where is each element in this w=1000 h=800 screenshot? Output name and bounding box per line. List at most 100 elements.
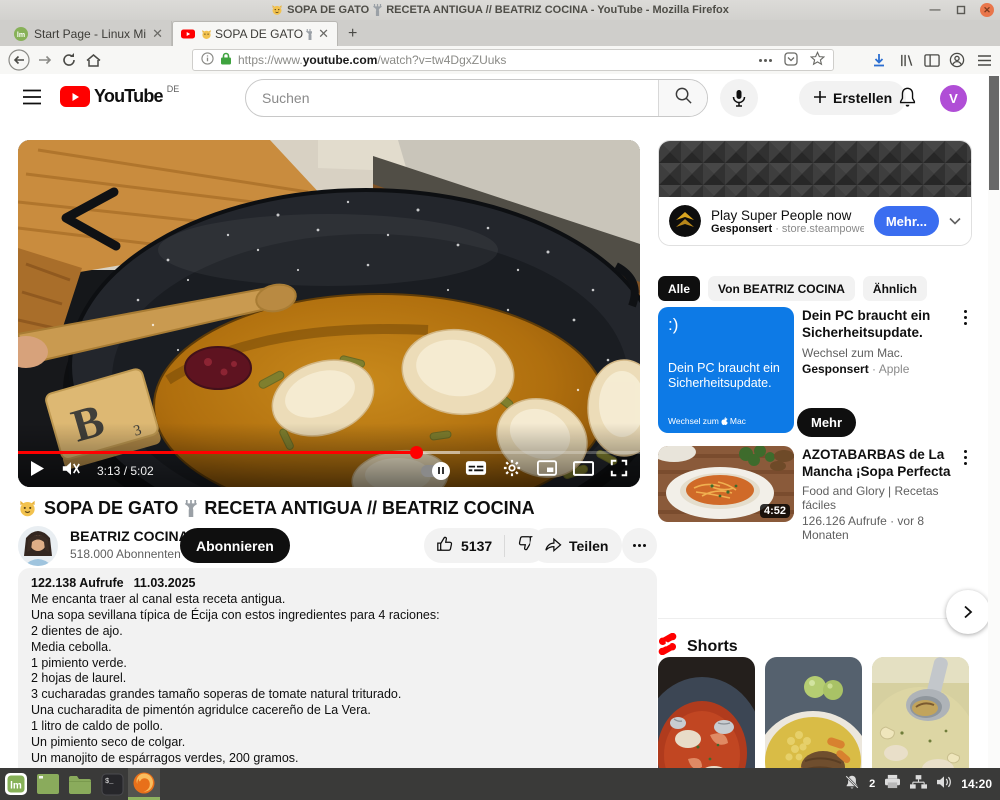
short-thumbnail-2[interactable] xyxy=(765,657,862,768)
upload-date: 11.03.2025 xyxy=(133,576,196,590)
description-line: Un pimiento seco de colgar. xyxy=(31,735,186,750)
chevron-right-icon xyxy=(964,605,973,619)
account-avatar[interactable]: V xyxy=(940,85,967,112)
apple-ad-mehr-button[interactable]: Mehr xyxy=(797,408,857,437)
ad-headline[interactable]: Play Super People now xyxy=(711,208,864,223)
share-icon xyxy=(544,536,562,555)
page-actions-icon[interactable] xyxy=(759,58,772,62)
reload-button[interactable] xyxy=(58,49,80,71)
search-button[interactable] xyxy=(658,80,707,116)
window-title-part1: SOPA DE GATO xyxy=(287,4,370,16)
taskbar: lm $_ 2 14:20 xyxy=(0,768,1000,800)
sidebar-toggle-icon[interactable] xyxy=(921,49,943,71)
network-icon[interactable] xyxy=(910,774,928,794)
plus-icon xyxy=(813,90,827,107)
tab2-close-icon[interactable]: ✕ xyxy=(318,26,329,42)
pocket-icon[interactable] xyxy=(784,51,798,69)
terminal-button[interactable]: $_ xyxy=(96,768,128,800)
apple-ad-menu-button[interactable] xyxy=(958,310,972,325)
description-box[interactable]: 122.138 Aufrufe 11.03.2025 Me encanta tr… xyxy=(18,568,657,768)
subscriber-count: 518.000 Abonnenten xyxy=(70,547,181,561)
firefox-taskbar-button[interactable] xyxy=(128,768,160,800)
back-button[interactable] xyxy=(8,49,30,71)
miniplayer-icon[interactable] xyxy=(537,460,557,481)
downloads-icon[interactable] xyxy=(868,49,890,71)
description-line: 2 dientes de ajo. xyxy=(31,623,123,638)
create-button[interactable]: Erstellen xyxy=(799,81,907,115)
close-button[interactable]: ✕ xyxy=(980,3,994,17)
apple-ad-title: Dein PC braucht ein Sicherheitsupdate. xyxy=(802,308,931,340)
voice-search-button[interactable] xyxy=(720,79,758,117)
url-path: /watch?v=tw4DgxZUuks xyxy=(377,53,507,67)
settings-gear-icon[interactable] xyxy=(503,459,521,482)
channel-name[interactable]: BEATRIZ COCINA xyxy=(70,528,189,544)
more-actions-button[interactable] xyxy=(622,528,657,563)
mute-icon[interactable] xyxy=(61,460,81,482)
video-title-part2: RECETA ANTIGUA // BEATRIZ COCINA xyxy=(204,498,535,518)
subscribe-button[interactable]: Abonnieren xyxy=(180,528,290,563)
bookmark-star-icon[interactable] xyxy=(809,51,826,69)
shorts-header: Shorts xyxy=(658,618,972,660)
short-thumbnail-3[interactable]: SOPITA DE POLLO xyxy=(872,657,969,768)
notifications-button[interactable] xyxy=(897,86,918,113)
account-icon[interactable] xyxy=(946,49,968,71)
suggested-video-title: AZOTABARBAS de La Mancha ¡Sopa Perfecta … xyxy=(802,447,951,479)
scrollbar-thumb[interactable] xyxy=(989,76,999,190)
apple-advertiser: · Apple xyxy=(872,362,910,376)
video-title-part1: SOPA DE GATO xyxy=(44,498,179,518)
new-tab-button[interactable]: + xyxy=(348,25,357,43)
suggested-video-menu-button[interactable] xyxy=(958,450,972,465)
short-thumbnail-1[interactable] xyxy=(658,657,755,768)
share-button[interactable]: Teilen xyxy=(530,528,623,563)
chip-aehnlich[interactable]: Ähnlich xyxy=(862,276,927,301)
minimize-button[interactable]: — xyxy=(928,3,942,17)
apple-ad-footer-pre: Wechsel zum xyxy=(668,416,719,426)
guide-menu-icon[interactable] xyxy=(22,89,42,110)
menu-icon[interactable] xyxy=(973,49,995,71)
ad-card[interactable]: Play Super People now Gesponsert · store… xyxy=(658,140,972,246)
chevron-down-icon[interactable] xyxy=(949,212,961,230)
home-button[interactable] xyxy=(82,49,104,71)
like-button[interactable]: 5137 xyxy=(424,535,504,556)
url-bar[interactable]: https://www.youtube.com/watch?v=tw4DgxZU… xyxy=(192,49,834,71)
linux-mint-favicon: lm xyxy=(14,26,28,41)
subtitles-icon[interactable] xyxy=(465,460,487,481)
fork-emoji-icon xyxy=(306,28,313,40)
chip-von-channel[interactable]: Von BEATRIZ COCINA xyxy=(708,276,855,301)
tab-start-page[interactable]: lm Start Page - Linux Mint ✕ xyxy=(6,21,172,46)
suggested-video-info[interactable]: AZOTABARBAS de La Mancha ¡Sopa Perfecta … xyxy=(802,446,952,542)
show-desktop-button[interactable] xyxy=(32,768,64,800)
mint-menu-button[interactable]: lm xyxy=(0,768,32,800)
theater-mode-icon[interactable] xyxy=(572,460,595,481)
tab-youtube-video[interactable]: SOPA DE GATO RECET ✕ xyxy=(172,21,338,46)
suggested-video-thumbnail[interactable]: 4:52 xyxy=(658,446,794,522)
shorts-next-button[interactable] xyxy=(946,590,990,634)
chip-alle[interactable]: Alle xyxy=(658,276,701,301)
fullscreen-icon[interactable] xyxy=(610,459,628,482)
printer-icon[interactable] xyxy=(884,774,901,794)
apple-ad-info[interactable]: Dein PC braucht ein Sicherheitsupdate. W… xyxy=(802,307,952,376)
apple-ad-thumbnail[interactable]: :) Dein PC braucht ein Sicherheitsupdate… xyxy=(658,307,794,433)
library-icon[interactable] xyxy=(895,49,917,71)
mehr-label: Mehr xyxy=(811,415,843,430)
search-input[interactable] xyxy=(246,90,658,106)
restore-button[interactable] xyxy=(954,3,968,17)
tab1-close-icon[interactable]: ✕ xyxy=(152,26,163,42)
autoplay-toggle[interactable] xyxy=(421,461,450,480)
advertiser-url: · store.steampowered... xyxy=(775,222,864,235)
site-info-icon[interactable] xyxy=(201,52,214,68)
notifications-disabled-icon[interactable] xyxy=(844,774,860,795)
file-manager-button[interactable] xyxy=(64,768,96,800)
page-scrollbar[interactable] xyxy=(988,74,1000,768)
youtube-logo[interactable]: YouTube DE xyxy=(60,84,179,107)
short3-image xyxy=(872,657,969,768)
window-title-part2: RECETA ANTIGUA // BEATRIZ COCINA - YouTu… xyxy=(386,4,729,16)
forward-button[interactable] xyxy=(34,49,56,71)
channel-avatar[interactable] xyxy=(18,526,58,566)
volume-icon[interactable] xyxy=(936,775,952,794)
apple-ad-thumb-text: Dein PC braucht ein Sicherheitsupdate. xyxy=(668,361,780,390)
play-button[interactable] xyxy=(30,460,45,482)
ad-cta-button[interactable]: Mehr... xyxy=(873,206,939,236)
video-player[interactable]: B 3 xyxy=(18,140,640,487)
channel-row: BEATRIZ COCINA 518.000 Abonnenten Abonni… xyxy=(18,524,657,568)
